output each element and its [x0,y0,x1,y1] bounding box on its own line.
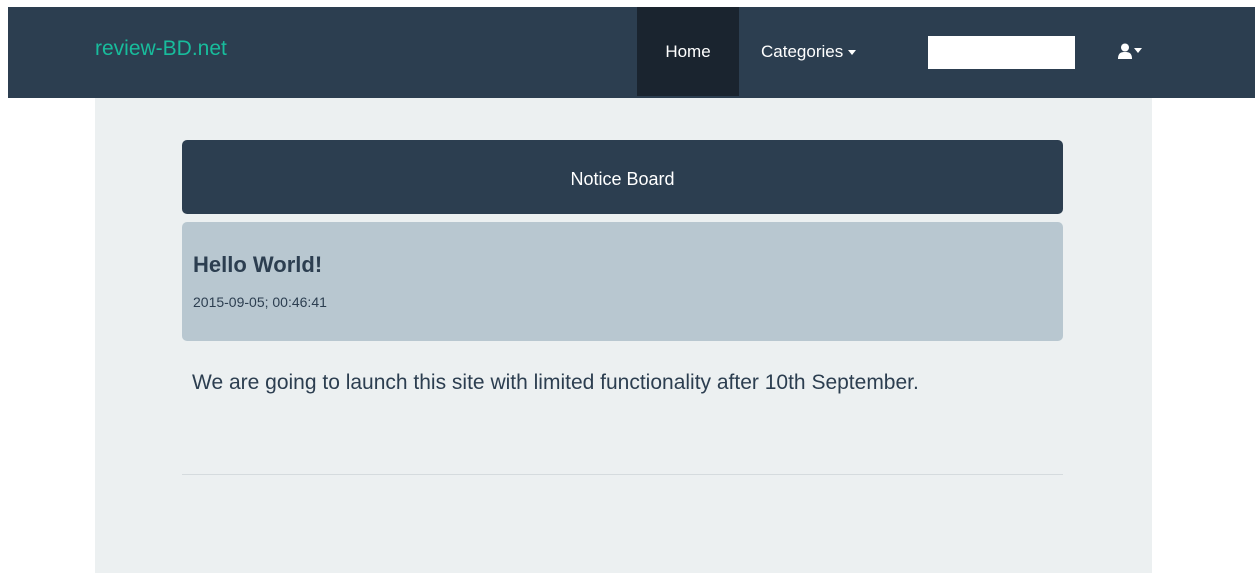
nav-home[interactable]: Home [637,7,739,96]
search-input[interactable] [928,36,1075,69]
notice-date: 2015-09-05; 00:46:41 [193,294,327,310]
nav-categories-dropdown[interactable]: Categories [761,7,857,96]
notice-card: Hello World! 2015-09-05; 00:46:41 [182,222,1063,341]
user-menu-dropdown[interactable] [1118,42,1142,62]
caret-down-icon [1134,48,1142,54]
navbar: review-BD.net Home Categories [8,7,1255,98]
main-container: Notice Board Hello World! 2015-09-05; 00… [95,98,1152,573]
brand-link[interactable]: review-BD.net [95,37,227,61]
user-icon [1118,43,1132,59]
notice-board-header: Notice Board [182,140,1063,214]
notice-title: Hello World! [193,252,323,277]
divider [182,474,1063,475]
nav-categories-label: Categories [761,42,844,61]
caret-down-icon [848,50,857,56]
notice-body: We are going to launch this site with li… [192,371,919,394]
